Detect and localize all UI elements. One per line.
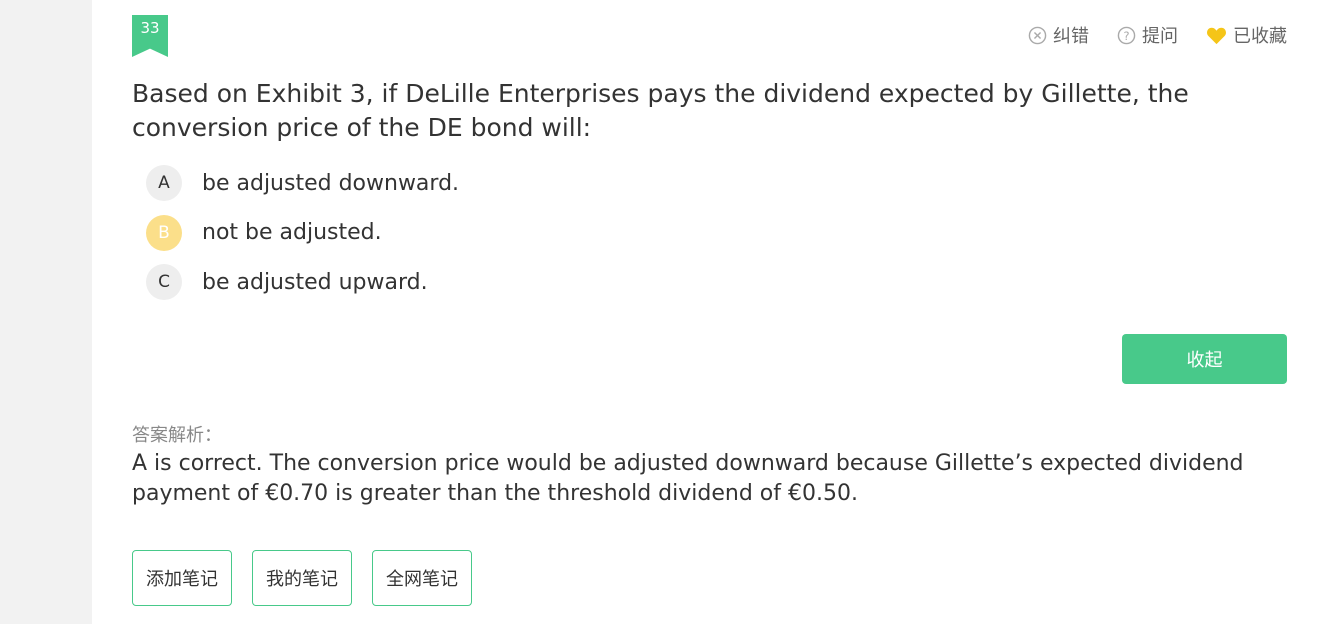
report-error-button[interactable]: 纠错	[1028, 22, 1089, 48]
question-card: 33 纠错 ? 提问 已收藏 Based on Exhibit 3, if De…	[92, 0, 1317, 624]
question-number-badge: 33	[132, 15, 168, 57]
favorite-label: 已收藏	[1233, 26, 1287, 47]
option-c[interactable]: C be adjusted upward.	[146, 264, 459, 300]
option-text: not be adjusted.	[202, 220, 382, 245]
my-notes-button[interactable]: 我的笔记	[252, 550, 352, 606]
svg-text:?: ?	[1123, 28, 1129, 42]
option-a[interactable]: A be adjusted downward.	[146, 165, 459, 201]
option-text: be adjusted downward.	[202, 170, 460, 196]
answer-options: A be adjusted downward. B not be adjuste…	[146, 165, 459, 314]
heart-icon	[1206, 26, 1227, 45]
add-note-button[interactable]: 添加笔记	[132, 550, 232, 606]
question-circle-icon: ?	[1117, 26, 1136, 45]
report-error-label: 纠错	[1053, 26, 1089, 47]
question-actions: 纠错 ? 提问 已收藏	[1028, 22, 1287, 48]
question-text: Based on Exhibit 3, if DeLille Enterpris…	[132, 79, 1189, 142]
option-letter: A	[146, 165, 182, 201]
all-notes-button[interactable]: 全网笔记	[372, 550, 472, 606]
option-letter: B	[146, 214, 182, 251]
favorite-button[interactable]: 已收藏	[1206, 22, 1287, 48]
option-text: be adjusted upward.	[202, 269, 428, 295]
ask-question-label: 提问	[1142, 26, 1178, 47]
ask-question-button[interactable]: ? 提问	[1117, 22, 1178, 48]
analysis-text: A is correct. The conversion price would…	[132, 451, 1244, 506]
circle-x-icon	[1028, 26, 1047, 45]
option-b[interactable]: B not be adjusted.	[146, 214, 459, 251]
analysis-label: 答案解析：	[132, 425, 222, 446]
option-letter: C	[146, 264, 182, 300]
collapse-button[interactable]: 收起	[1122, 334, 1287, 384]
notes-toolbar: 添加笔记 我的笔记 全网笔记	[132, 550, 472, 606]
